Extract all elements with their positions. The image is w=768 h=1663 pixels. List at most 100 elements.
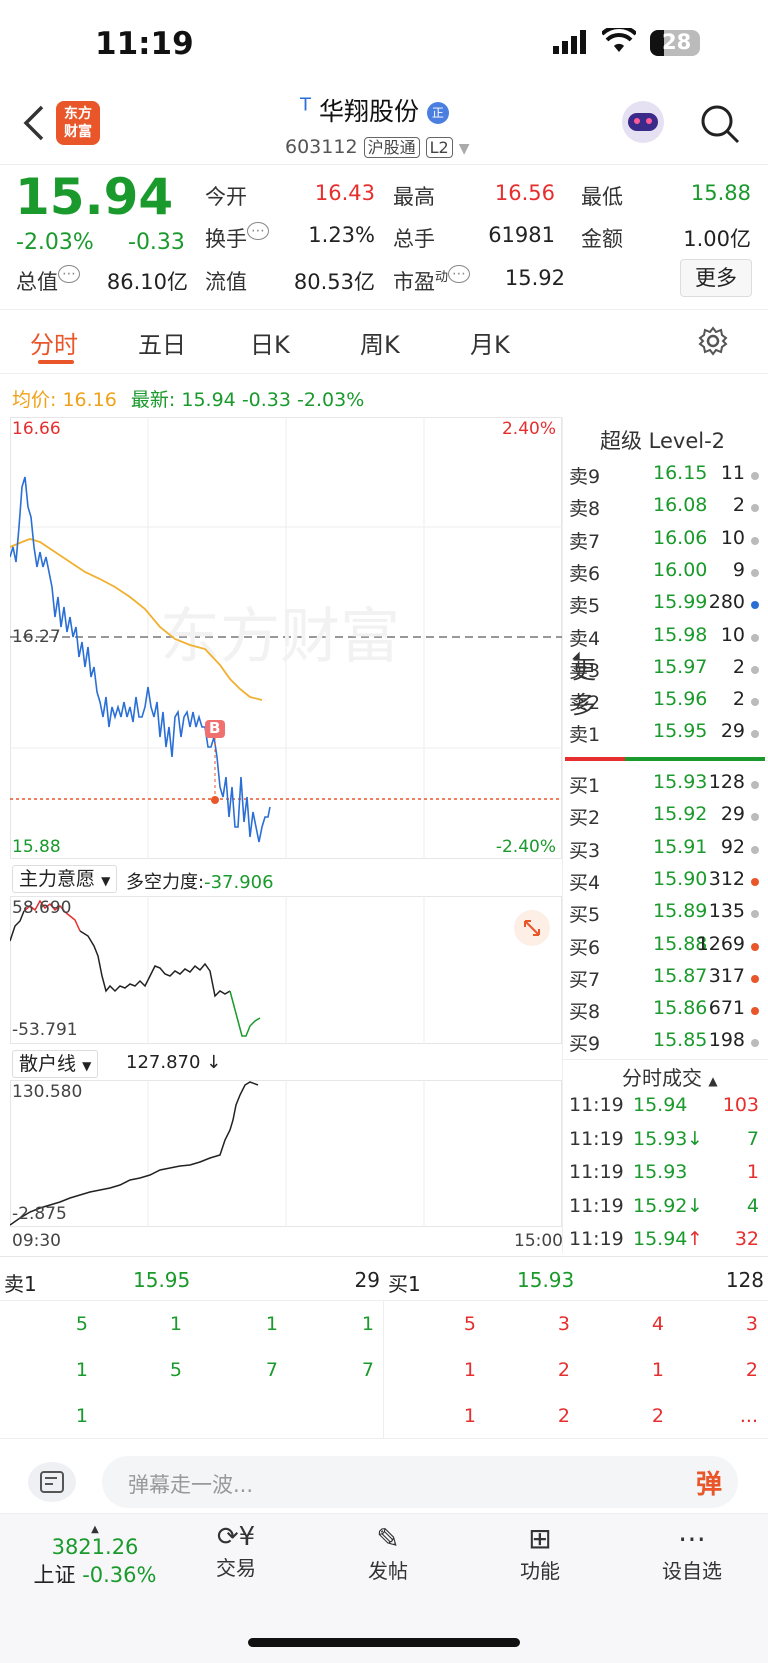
order-book-row[interactable]: 卖8 16.08 2 (569, 494, 759, 522)
queue-sell-label: 卖1 (4, 1272, 37, 1296)
queue-cell: 2 (745, 1359, 758, 1381)
indicator1-y-top: 58.690 (12, 898, 72, 918)
tab-weekly-k[interactable]: 周K (360, 325, 400, 360)
level-label: 买6 (569, 936, 601, 959)
order-book-row[interactable]: 买6 15.88 1269 (569, 933, 759, 961)
pct-bottom-label: -2.40% (495, 837, 556, 857)
order-book-row[interactable]: 买1 15.93 128 (569, 771, 759, 799)
order-book-row[interactable]: 买4 15.90 312 (569, 868, 759, 896)
level-price: 15.87 (653, 964, 708, 987)
level-label: 买5 (569, 904, 601, 927)
level-dot-icon (751, 877, 759, 886)
y-mid-label: 16.27 (12, 627, 61, 647)
amount-value: 1.00亿 (683, 227, 751, 251)
news-icon[interactable] (28, 1462, 76, 1502)
stock-code-row[interactable]: 603112 沪股通 L2 ▼ (285, 134, 470, 158)
order-book-row[interactable]: 卖1 15.95 29 (569, 720, 759, 748)
trades-title[interactable]: 分时成交 ▲ (622, 1062, 718, 1091)
nav-trade[interactable]: ⟳¥ 交易 (176, 1522, 296, 1581)
order-book-row[interactable]: 卖5 15.99 280 (569, 591, 759, 619)
order-book-row[interactable]: 卖2 15.96 2 (569, 688, 759, 716)
tab-daily-k[interactable]: 日K (250, 325, 290, 360)
queue-cell: 2 (557, 1359, 570, 1381)
tab-5day[interactable]: 五日 (138, 325, 186, 360)
nav-watchlist[interactable]: ⋯ 设自选 (632, 1522, 752, 1584)
queue-cell: 5 (463, 1313, 476, 1335)
low-value: 15.88 (690, 181, 751, 205)
level-dot-icon (751, 845, 759, 854)
hk-connect-tag: 沪股通 (363, 137, 420, 158)
order-book-row[interactable]: 卖3 15.97 2 (569, 656, 759, 684)
mcap-label: 总值 ⋯ (16, 265, 80, 296)
settings-icon[interactable] (698, 326, 728, 360)
robot-assistant-icon[interactable] (622, 101, 664, 143)
level-label: 卖7 (569, 530, 601, 553)
pct-top-label: 2.40% (501, 419, 556, 439)
order-book-row[interactable]: 买5 15.89 135 (569, 900, 759, 928)
indicator2-selector[interactable]: 散户线 ▼ (12, 1050, 99, 1078)
order-book-row[interactable]: 卖7 16.06 10 (569, 527, 759, 555)
more-button[interactable]: 更多 (680, 259, 752, 297)
depth-bar (565, 757, 765, 761)
indicator1-value: 多空力度:-37.906 (126, 872, 274, 893)
level-dot-icon (751, 665, 759, 674)
trade-volume: 1 (746, 1161, 759, 1183)
tab-monthly-k[interactable]: 月K (470, 325, 510, 360)
level-dot-icon (751, 974, 759, 983)
level-volume: 1269 (696, 932, 745, 955)
dropdown-icon[interactable]: ▼ (459, 141, 470, 157)
order-book-row[interactable]: 买7 15.87 317 (569, 965, 759, 993)
battery-level: 28 (662, 30, 692, 54)
order-book-row[interactable]: 卖9 16.15 11 (569, 462, 759, 490)
signal-icon (553, 30, 589, 58)
buy-marker[interactable]: B (209, 719, 220, 737)
nav-post[interactable]: ✎ 发帖 (328, 1522, 448, 1584)
app-logo[interactable]: 东方 财富 (56, 101, 100, 145)
trade-icon: ⟳¥ (216, 1522, 256, 1552)
watermark: 东方财富 (160, 602, 400, 672)
tab-intraday[interactable]: 分时 (30, 325, 78, 360)
level-dot-icon (751, 1007, 759, 1016)
level-dot-icon (751, 633, 759, 642)
pe-label: 市盈动 ⋯ (393, 265, 471, 296)
queue-cell: 2 (651, 1405, 664, 1427)
queue-buy-price: 15.93 (517, 1268, 575, 1292)
order-book-row[interactable]: 卖6 16.00 9 (569, 559, 759, 587)
indicator2-y-bottom: -2.875 (12, 1204, 67, 1224)
intraday-chart[interactable]: 东方财富 B 16.66 16.27 15.88 2.40% -2.40% (10, 417, 562, 859)
indicator1-selector[interactable]: 主力意愿 ▼ (12, 865, 118, 893)
danmu-button[interactable]: 弹 (696, 1464, 722, 1501)
index-ticker[interactable]: ▲ 3821.26 上证 -0.36% (20, 1524, 170, 1589)
level-volume: 135 (708, 900, 745, 923)
danmu-input[interactable]: 弹幕走一波... 弹 (102, 1456, 738, 1508)
level-price: 16.06 (653, 526, 708, 549)
latest-change-pct: -2.03% (297, 389, 365, 411)
level-volume: 312 (708, 867, 745, 890)
trade-volume: 103 (722, 1094, 759, 1116)
order-book-row[interactable]: 买3 15.91 92 (569, 836, 759, 864)
back-button[interactable] (20, 104, 46, 146)
level-label: 卖4 (569, 627, 601, 650)
level-price: 15.91 (653, 835, 708, 858)
level-price: 16.08 (653, 494, 708, 517)
order-book-row[interactable]: 买2 15.92 29 (569, 803, 759, 831)
queue-cell: 1 (463, 1405, 476, 1427)
search-icon[interactable] (700, 104, 740, 148)
indicator1-y-bottom: -53.791 (12, 1020, 78, 1040)
level-price: 15.98 (653, 623, 708, 646)
stock-title[interactable]: T 华翔股份 正 (300, 92, 449, 128)
expand-icon[interactable] (514, 910, 550, 946)
queue-cell: 4 (651, 1313, 664, 1335)
order-book-row[interactable]: 买9 15.85 198 (569, 1029, 759, 1057)
queue-cell: 3 (557, 1313, 570, 1335)
order-book-row[interactable]: 卖4 15.98 10 (569, 624, 759, 652)
order-book-row[interactable]: 买8 15.86 671 (569, 997, 759, 1025)
level-label: 卖8 (569, 498, 601, 521)
queue-cell: 7 (361, 1359, 374, 1381)
info-icon[interactable]: ⋯ (58, 265, 80, 283)
info-icon[interactable]: ⋯ (448, 265, 471, 283)
latest-label: 最新: (130, 389, 176, 411)
latest-value: 15.94 (181, 389, 236, 411)
nav-features[interactable]: ⊞ 功能 (480, 1522, 600, 1584)
info-icon[interactable]: ⋯ (247, 222, 269, 240)
